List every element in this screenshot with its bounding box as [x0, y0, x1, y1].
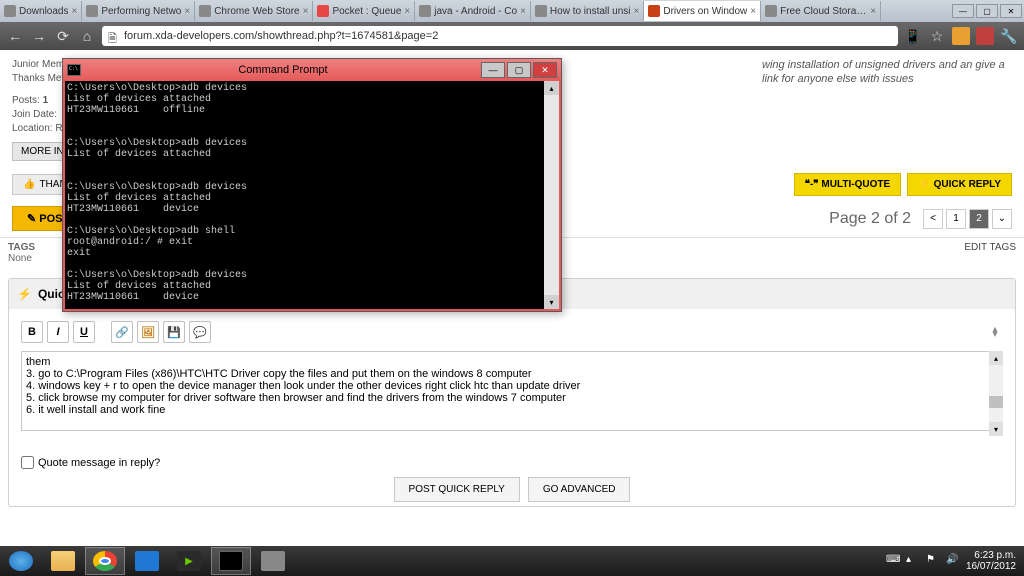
- command-prompt-window[interactable]: Command Prompt — ▢ ✕ C:\Users\o\Desktop>…: [62, 58, 562, 312]
- bold-button[interactable]: B: [21, 321, 43, 343]
- close-icon[interactable]: ×: [520, 6, 526, 17]
- expand-icon[interactable]: ▴▾: [987, 324, 1003, 340]
- browser-tab-strip: Downloads× Performing Netwo× Chrome Web …: [0, 0, 1024, 22]
- clock[interactable]: 6:23 p.m. 16/07/2012: [966, 550, 1016, 572]
- scroll-up-icon[interactable]: ▴: [544, 81, 559, 95]
- page-2[interactable]: 2: [969, 209, 989, 229]
- scrollbar[interactable]: ▴ ▾: [989, 351, 1003, 436]
- forward-button[interactable]: →: [30, 27, 48, 45]
- page-1[interactable]: 1: [946, 209, 966, 229]
- taskbar-windows[interactable]: [127, 547, 167, 575]
- extension-icon[interactable]: [976, 27, 994, 45]
- taskbar-media[interactable]: [169, 547, 209, 575]
- volume-icon[interactable]: 🔊: [946, 554, 960, 568]
- reload-button[interactable]: ⟳: [54, 27, 72, 45]
- tab-java[interactable]: java - Android - Co×: [415, 1, 531, 21]
- close-icon[interactable]: ×: [750, 6, 756, 17]
- tags-label: TAGS: [8, 242, 35, 253]
- close-icon[interactable]: ×: [303, 6, 309, 17]
- quick-reply-button[interactable]: QUICK REPLY: [907, 173, 1012, 196]
- page-info: Page 2 of 2: [829, 210, 911, 228]
- cmd-icon: [67, 64, 81, 76]
- tab-cloud[interactable]: Free Cloud Storage×: [761, 1, 881, 21]
- extension-icon[interactable]: [952, 27, 970, 45]
- edit-tags-link[interactable]: EDIT TAGS: [964, 242, 1016, 264]
- cmd-close[interactable]: ✕: [533, 62, 557, 78]
- quote-label: Quote message in reply?: [38, 457, 160, 469]
- system-tray: ⌨ ▴ ⚑ 🔊 6:23 p.m. 16/07/2012: [886, 550, 1024, 572]
- close-icon[interactable]: ×: [184, 6, 190, 17]
- taskbar-app[interactable]: [253, 547, 293, 575]
- post-quick-reply-button[interactable]: POST QUICK REPLY: [394, 477, 520, 502]
- lightning-icon: [17, 287, 32, 301]
- page-prev[interactable]: <: [923, 209, 943, 229]
- cmd-output[interactable]: C:\Users\o\Desktop>adb devices List of d…: [65, 81, 544, 309]
- scroll-thumb[interactable]: [989, 396, 1003, 408]
- tags-none: None: [8, 253, 35, 264]
- editor-toolbar: B I U 🔗 🖼 💾 💬 ▴▾: [21, 321, 1003, 343]
- save-button[interactable]: 💾: [163, 321, 185, 343]
- page-more[interactable]: ⌄: [992, 209, 1012, 229]
- close-icon[interactable]: ×: [404, 6, 410, 17]
- window-close[interactable]: ✕: [1000, 4, 1022, 18]
- scroll-up-icon[interactable]: ▴: [989, 351, 1003, 365]
- scroll-down-icon[interactable]: ▾: [544, 295, 559, 309]
- cmd-maximize[interactable]: ▢: [507, 62, 531, 78]
- tab-performing[interactable]: Performing Netwo×: [82, 1, 195, 21]
- tab-chrome-store[interactable]: Chrome Web Store×: [195, 1, 313, 21]
- lightning-icon: [918, 179, 930, 190]
- back-button[interactable]: ←: [6, 27, 24, 45]
- reply-textarea[interactable]: [21, 351, 1003, 431]
- star-icon[interactable]: ☆: [928, 27, 946, 45]
- taskbar-explorer[interactable]: [43, 547, 83, 575]
- underline-button[interactable]: U: [73, 321, 95, 343]
- go-advanced-button[interactable]: GO ADVANCED: [528, 477, 631, 502]
- taskbar-cmd[interactable]: [211, 547, 251, 575]
- quote-checkbox[interactable]: [21, 456, 34, 469]
- browser-toolbar: ← → ⟳ ⌂ 🗎 forum.xda-developers.com/showt…: [0, 22, 1024, 50]
- image-button[interactable]: 🖼: [137, 321, 159, 343]
- post-snippet: wing installation of unsigned drivers an…: [762, 58, 1012, 161]
- keyboard-icon[interactable]: ⌨: [886, 554, 900, 568]
- cmd-minimize[interactable]: —: [481, 62, 505, 78]
- tray-up-icon[interactable]: ▴: [906, 554, 920, 568]
- link-button[interactable]: 🔗: [111, 321, 133, 343]
- tab-howto[interactable]: How to install unsi×: [531, 1, 644, 21]
- tab-drivers[interactable]: Drivers on Window×: [644, 1, 761, 21]
- tab-downloads[interactable]: Downloads×: [0, 1, 82, 21]
- url-input[interactable]: 🗎 forum.xda-developers.com/showthread.ph…: [102, 26, 898, 46]
- cmd-titlebar[interactable]: Command Prompt — ▢ ✕: [63, 59, 561, 81]
- taskbar-ie[interactable]: [1, 547, 41, 575]
- window-maximize[interactable]: ▢: [976, 4, 998, 18]
- close-icon[interactable]: ×: [870, 6, 876, 17]
- multi-quote-button[interactable]: ❝-❞ MULTI-QUOTE: [794, 173, 902, 196]
- cmd-scrollbar[interactable]: ▴ ▾: [544, 81, 559, 309]
- close-icon[interactable]: ×: [71, 6, 77, 17]
- wrench-icon[interactable]: 🔧: [1000, 27, 1018, 45]
- window-minimize[interactable]: —: [952, 4, 974, 18]
- italic-button[interactable]: I: [47, 321, 69, 343]
- tab-pocket[interactable]: Pocket : Queue×: [313, 1, 415, 21]
- page-icon: 🗎: [108, 30, 120, 42]
- taskbar: ⌨ ▴ ⚑ 🔊 6:23 p.m. 16/07/2012: [0, 546, 1024, 576]
- scroll-down-icon[interactable]: ▾: [989, 422, 1003, 436]
- thumb-icon: [23, 179, 35, 190]
- quick-reply-section: Quick Reply B I U 🔗 🖼 💾 💬 ▴▾ ▴ ▾: [8, 278, 1016, 507]
- mobile-icon[interactable]: 📱: [904, 27, 922, 45]
- home-button[interactable]: ⌂: [78, 27, 96, 45]
- taskbar-chrome[interactable]: [85, 547, 125, 575]
- close-icon[interactable]: ×: [634, 6, 640, 17]
- action-center-icon[interactable]: ⚑: [926, 554, 940, 568]
- quote-button[interactable]: 💬: [189, 321, 211, 343]
- cmd-title: Command Prompt: [87, 64, 479, 76]
